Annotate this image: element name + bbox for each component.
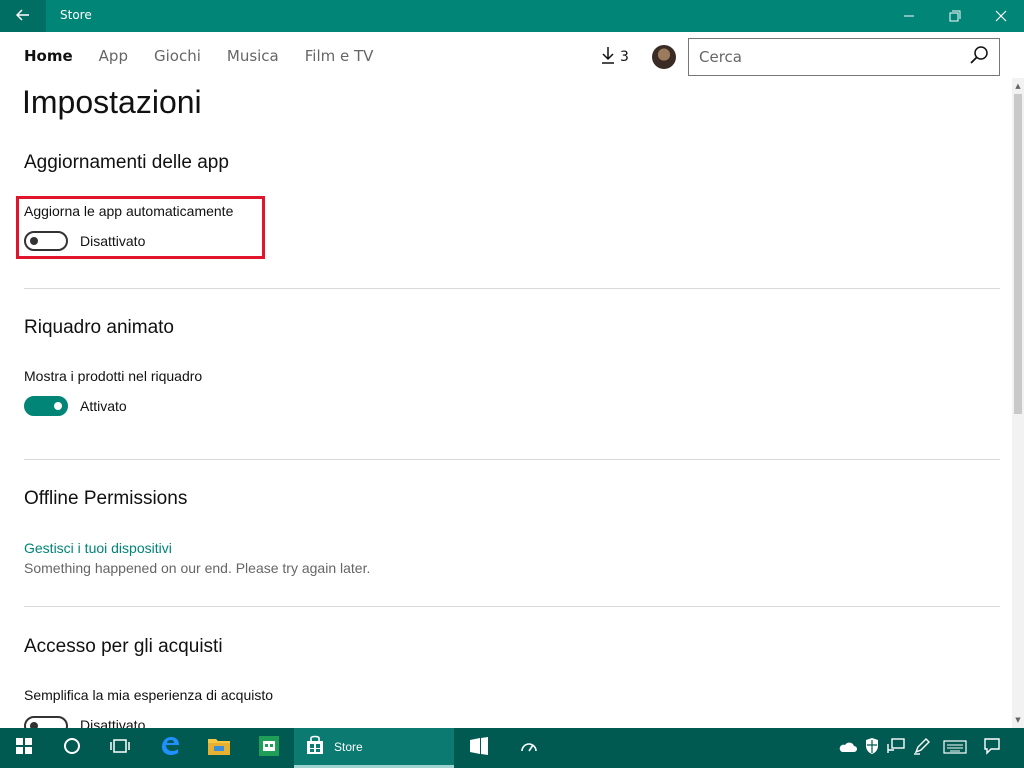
purchase-setting-label: Semplifica la mia esperienza di acquisto xyxy=(24,687,274,703)
onedrive-tray-button[interactable] xyxy=(836,728,860,768)
maximize-button[interactable] xyxy=(932,0,978,32)
task-view-icon xyxy=(109,738,131,758)
minimize-button[interactable] xyxy=(886,0,932,32)
cortana-button[interactable] xyxy=(48,728,96,768)
page-title: Impostazioni xyxy=(22,84,202,120)
search-icon xyxy=(969,45,989,69)
auto-update-state: Disattivato xyxy=(80,233,146,249)
section-divider xyxy=(24,288,1000,289)
security-icon xyxy=(864,737,880,759)
toggle-knob xyxy=(54,402,62,410)
avatar[interactable] xyxy=(652,45,676,69)
search-button[interactable] xyxy=(959,39,999,75)
tab-home[interactable]: Home xyxy=(24,47,73,67)
live-tile-toggle[interactable] xyxy=(24,396,68,416)
main-navigation: Home App Giochi Musica Film e TV xyxy=(24,47,399,67)
windows-start-icon xyxy=(15,737,33,759)
start-button[interactable] xyxy=(0,728,48,768)
security-tray-button[interactable] xyxy=(860,728,884,768)
scroll-thumb[interactable] xyxy=(1014,94,1022,414)
scroll-down-icon[interactable]: ▼ xyxy=(1014,716,1022,724)
scroll-up-icon[interactable]: ▲ xyxy=(1014,82,1022,90)
pen-tray-button[interactable] xyxy=(910,728,934,768)
section-title-app-updates: Aggiornamenti delle app xyxy=(24,152,229,173)
search-input[interactable] xyxy=(689,39,959,75)
keyboard-icon xyxy=(943,739,967,758)
store-icon xyxy=(304,734,326,760)
store-app-taskbar-button[interactable] xyxy=(246,728,292,768)
error-message: Something happened on our end. Please tr… xyxy=(24,560,371,576)
manage-devices-link[interactable]: Gestisci i tuoi dispositivi xyxy=(24,540,172,556)
notifications-icon xyxy=(983,737,1001,759)
tablet-mode-taskbar-button[interactable] xyxy=(456,728,502,768)
network-tray-button[interactable] xyxy=(884,728,908,768)
live-tile-label: Mostra i prodotti nel riquadro xyxy=(24,368,203,384)
auto-update-label: Aggiorna le app automaticamente xyxy=(24,203,234,219)
section-divider xyxy=(24,459,1000,460)
restore-icon xyxy=(949,7,961,26)
edge-taskbar-button[interactable] xyxy=(146,728,194,768)
page-scrollbar[interactable]: ▲ ▼ xyxy=(1012,78,1024,728)
back-button[interactable] xyxy=(0,0,46,32)
section-title-live-tile: Riquadro animato xyxy=(24,317,174,338)
onedrive-icon xyxy=(838,739,858,758)
tab-app[interactable]: App xyxy=(99,47,128,67)
network-icon xyxy=(887,738,905,758)
touch-keyboard-tray-button[interactable] xyxy=(942,728,968,768)
speedometer-icon xyxy=(519,736,539,760)
tablet-icon xyxy=(468,735,490,761)
title-bar: Store xyxy=(0,0,1024,32)
close-icon xyxy=(995,7,1007,26)
task-view-button[interactable] xyxy=(96,728,144,768)
notifications-tray-button[interactable] xyxy=(980,728,1004,768)
store-app-icon xyxy=(258,735,280,761)
download-icon xyxy=(600,46,616,68)
cortana-icon xyxy=(63,737,81,759)
downloads-button[interactable]: 3 xyxy=(600,46,632,68)
pen-icon xyxy=(913,737,931,759)
search-box xyxy=(688,38,1000,76)
downloads-count: 3 xyxy=(620,49,629,65)
store-taskbar-label: Store xyxy=(334,739,363,754)
tab-musica[interactable]: Musica xyxy=(227,47,279,67)
file-explorer-taskbar-button[interactable] xyxy=(194,728,244,768)
file-explorer-icon xyxy=(207,736,231,760)
section-title-purchase-access: Accesso per gli acquisti xyxy=(24,636,223,657)
store-taskbar-button[interactable]: Store xyxy=(294,728,454,768)
tab-film-e-tv[interactable]: Film e TV xyxy=(305,47,374,67)
section-title-offline-permissions: Offline Permissions xyxy=(24,488,188,509)
close-button[interactable] xyxy=(978,0,1024,32)
speedometer-taskbar-button[interactable] xyxy=(506,728,552,768)
back-arrow-icon xyxy=(15,7,30,26)
window-title: Store xyxy=(60,8,92,22)
taskbar: Store xyxy=(0,728,1024,768)
auto-update-toggle[interactable] xyxy=(24,231,68,251)
toggle-knob xyxy=(30,237,38,245)
live-tile-state: Attivato xyxy=(80,398,127,414)
section-divider xyxy=(24,606,1000,607)
tab-giochi[interactable]: Giochi xyxy=(154,47,201,67)
edge-icon xyxy=(159,735,181,761)
minimize-icon xyxy=(903,7,915,26)
